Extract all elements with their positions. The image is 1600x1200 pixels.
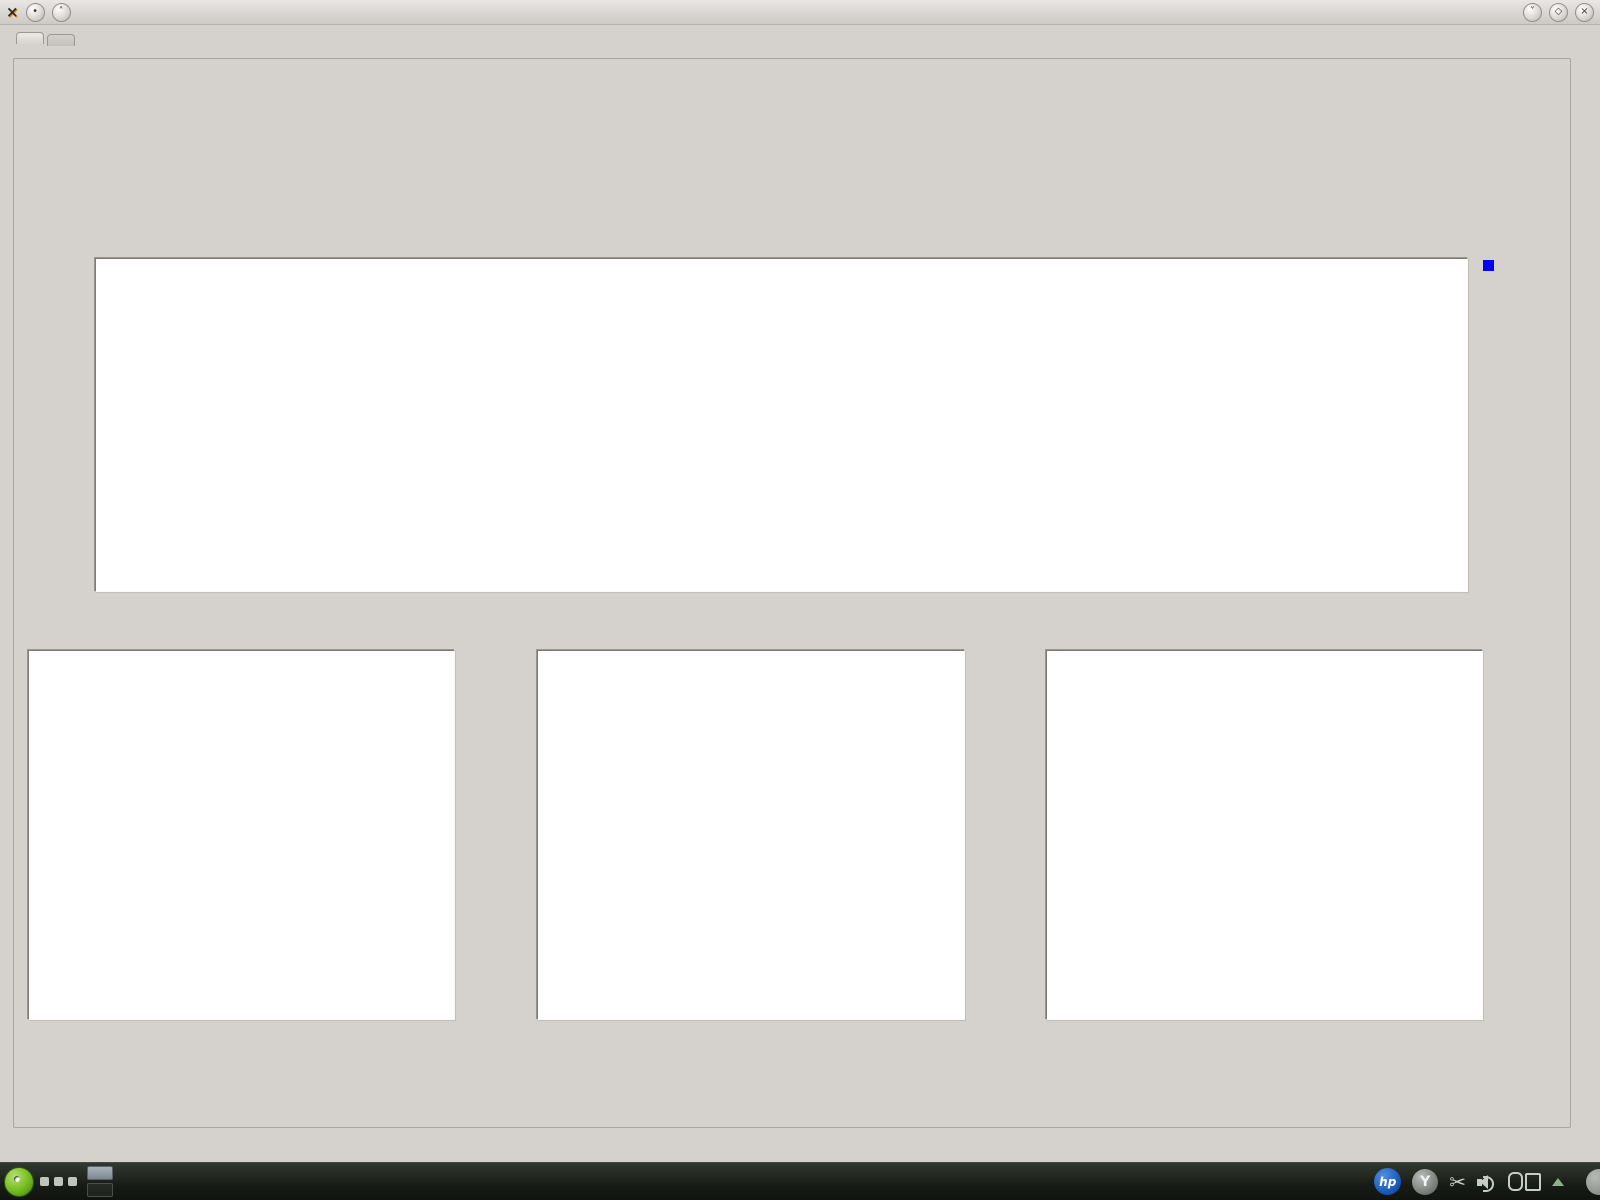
show-desktop-icon[interactable] xyxy=(1586,1169,1600,1195)
device-status-icon[interactable] xyxy=(1508,1172,1541,1191)
legend-swatch xyxy=(1483,260,1494,271)
baseband-spectrum-plot xyxy=(537,650,965,1020)
titlebar-left-controls: × • ˄ xyxy=(6,3,71,22)
panel-dot[interactable] xyxy=(68,1177,77,1186)
tab-table[interactable] xyxy=(47,34,75,46)
yakuake-tray-icon[interactable]: Y xyxy=(1412,1169,1438,1195)
shade-button[interactable]: ˄ xyxy=(52,3,71,22)
klipper-icon[interactable]: ✂ xyxy=(1449,1170,1466,1194)
app-launcher-button[interactable] xyxy=(4,1167,34,1197)
minimize-button[interactable]: ˅ xyxy=(1523,3,1542,22)
tab-bar xyxy=(16,34,78,46)
taskbar: hp Y ✂ xyxy=(0,1162,1600,1200)
sticky-button[interactable]: • xyxy=(26,3,45,22)
app-icon[interactable]: × xyxy=(6,3,19,21)
constellation-plot xyxy=(1046,650,1483,1020)
titlebar-right-controls: ˅ ◇ × xyxy=(1523,3,1594,22)
close-button[interactable]: × xyxy=(1575,3,1594,22)
window-titlebar: × • ˄ ˅ ◇ × xyxy=(0,0,1600,25)
desktop-screen: × • ˄ ˅ ◇ × xyxy=(0,0,1600,1200)
virtual-desktop-pager[interactable] xyxy=(87,1166,113,1197)
main-plot-legend xyxy=(1483,259,1501,272)
legend-item xyxy=(1483,259,1501,272)
if-spectrum-plot xyxy=(28,650,455,1020)
system-tray: hp Y ✂ xyxy=(1374,1168,1596,1195)
panel-dot[interactable] xyxy=(40,1177,49,1186)
panel-dots[interactable] xyxy=(40,1177,77,1186)
hp-tray-icon[interactable]: hp xyxy=(1374,1168,1401,1195)
main-fft-canvas xyxy=(96,259,1467,591)
panel-dot[interactable] xyxy=(54,1177,63,1186)
volume-icon[interactable] xyxy=(1477,1173,1497,1191)
if-spectrum-canvas xyxy=(29,651,454,1019)
main-fft-plot xyxy=(95,258,1468,592)
constellation-canvas xyxy=(1047,651,1482,1019)
tab-graphs[interactable] xyxy=(16,32,44,44)
maximize-button[interactable]: ◇ xyxy=(1549,3,1568,22)
desktop-1[interactable] xyxy=(87,1166,113,1180)
baseband-spectrum-canvas xyxy=(538,651,964,1019)
desktop-2[interactable] xyxy=(87,1183,113,1197)
tray-expand-arrow[interactable] xyxy=(1552,1178,1564,1186)
